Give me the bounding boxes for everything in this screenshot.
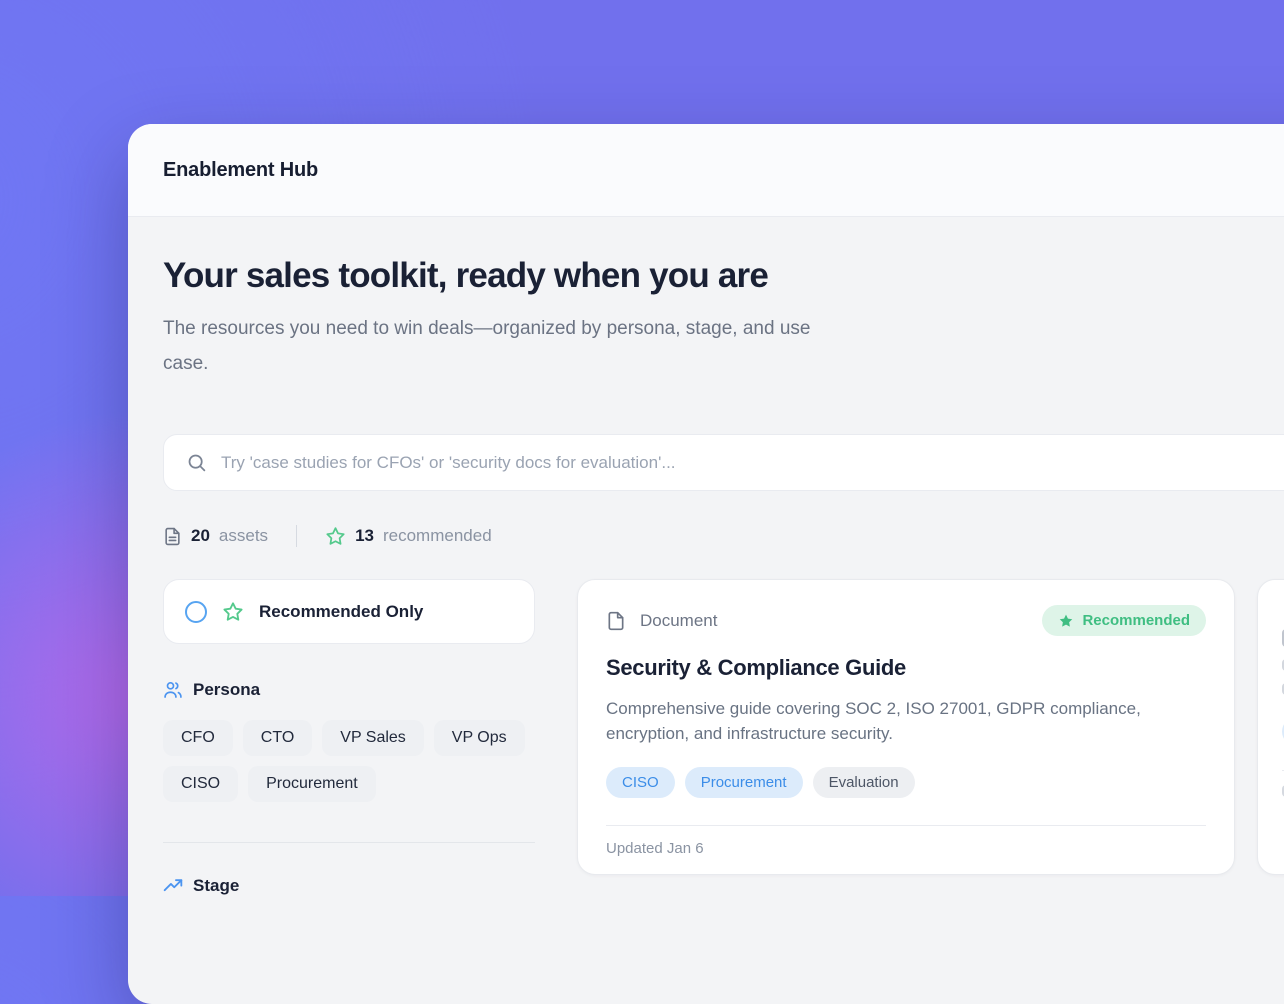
asset-card-partial[interactable] [1257,579,1284,875]
card-type: Document [606,609,717,633]
stats-row: 20 assets 13 recommended [163,525,1284,547]
trending-up-icon [163,876,183,896]
asset-card-security-compliance[interactable]: Document Recommended Security & Complian… [577,579,1235,875]
app-title: Enablement Hub [163,159,318,182]
persona-chip-vp-ops[interactable]: VP Ops [434,720,525,756]
recommended-count: 13 [355,526,374,546]
card-type-label: Document [640,611,717,631]
star-icon [1058,613,1074,629]
assets-label: assets [219,526,268,546]
tag-procurement: Procurement [685,767,803,798]
sidebar-divider [163,842,535,843]
page-subtitle: The resources you need to win deals—orga… [163,311,835,381]
star-icon [325,526,346,547]
persona-chip-cfo[interactable]: CFO [163,720,233,756]
users-icon [163,680,183,700]
tag-ciso: CISO [606,767,675,798]
toggle-circle-icon[interactable] [185,601,207,623]
card-top-row: Document Recommended [606,605,1206,636]
asset-cards-grid: Document Recommended Security & Complian… [577,579,1284,875]
tag-evaluation: Evaluation [813,767,915,798]
persona-section-label: Persona [193,680,260,700]
page-title: Your sales toolkit, ready when you are [163,256,1284,296]
window-header: Enablement Hub [128,124,1284,217]
persona-chip-procurement[interactable]: Procurement [248,766,376,802]
stage-section-header: Stage [163,876,535,896]
card-description: Comprehensive guide covering SOC 2, ISO … [606,696,1166,746]
filters-sidebar: Recommended Only Persona CFO CTO VP Sale… [163,579,535,896]
document-icon [163,526,182,547]
assets-count: 20 [191,526,210,546]
stats-divider [296,525,297,547]
enablement-hub-window: Enablement Hub Your sales toolkit, ready… [128,124,1284,1004]
search-icon [186,452,207,473]
search-input[interactable] [221,453,1284,473]
card-tags: CISO Procurement Evaluation [606,767,1206,798]
recommended-badge-label: Recommended [1082,612,1190,629]
star-icon [222,601,244,623]
window-body: Your sales toolkit, ready when you are T… [128,217,1284,896]
card-updated-label: Updated Jan 6 [606,840,704,857]
recommended-label: recommended [383,526,492,546]
recommended-stat: 13 recommended [325,526,492,547]
search-bar[interactable] [163,434,1284,491]
persona-chips: CFO CTO VP Sales VP Ops CISO Procurement [163,720,535,802]
persona-chip-cto[interactable]: CTO [243,720,312,756]
card-title: Security & Compliance Guide [606,655,1206,681]
content-row: Recommended Only Persona CFO CTO VP Sale… [163,579,1284,896]
stage-section-label: Stage [193,876,239,896]
assets-stat: 20 assets [163,526,268,547]
persona-chip-ciso[interactable]: CISO [163,766,238,802]
persona-chip-vp-sales[interactable]: VP Sales [322,720,424,756]
file-icon [606,609,626,633]
recommended-badge: Recommended [1042,605,1206,636]
recommended-only-toggle[interactable]: Recommended Only [163,579,535,644]
card-footer: Updated Jan 6 [606,825,1206,857]
persona-section-header: Persona [163,680,535,700]
recommended-only-label: Recommended Only [259,602,423,622]
desktop-background: { "window": { "title": "Enablement Hub" … [0,0,1284,896]
